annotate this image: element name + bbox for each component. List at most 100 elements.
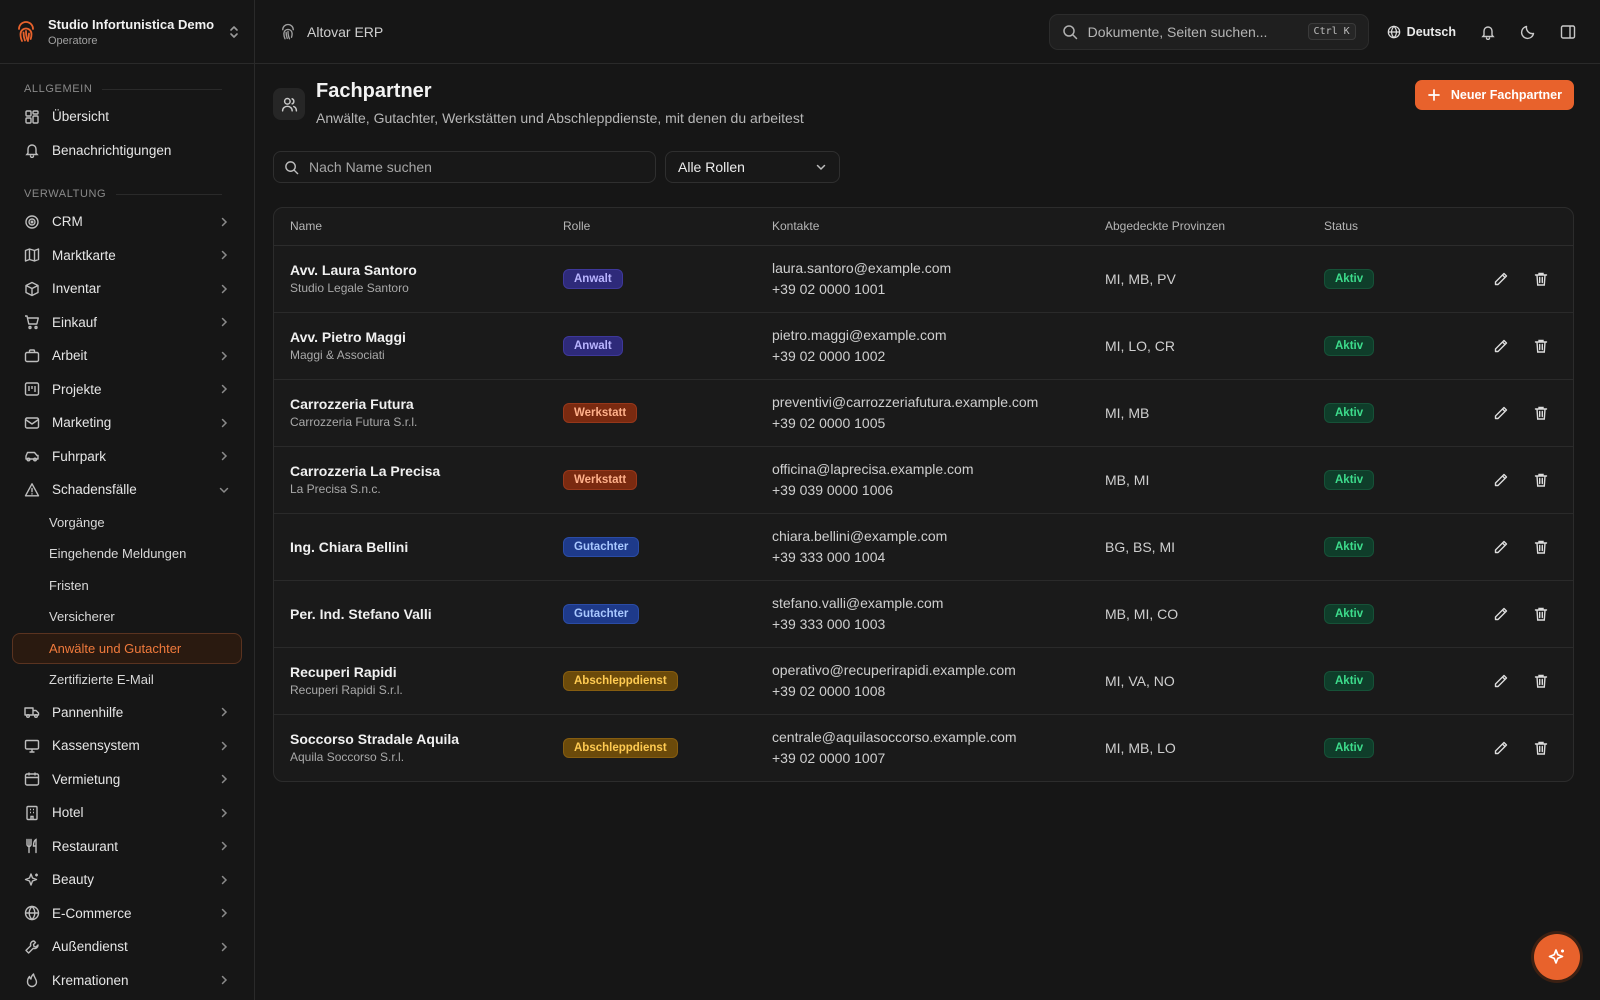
status-badge: Aktiv — [1324, 335, 1375, 356]
provinces-text: MB, MI, CO — [1105, 605, 1179, 622]
role-select[interactable]: Alle Rollen — [665, 151, 840, 183]
table-row[interactable]: Avv. Laura Santoro Studio Legale Santoro A… — [274, 245, 1573, 312]
sidebar-item-inventar[interactable]: Inventar — [0, 272, 254, 306]
sidebar-item-schadensfaelle[interactable]: Schadensfälle — [0, 473, 254, 507]
partner-name[interactable]: Soccorso Stradale Aquila — [290, 731, 547, 747]
column-header-provinces[interactable]: Abgedeckte Provinzen — [1089, 208, 1308, 246]
sidebar-item-beauty[interactable]: Beauty — [0, 863, 254, 897]
edit-pencil-icon[interactable] — [1493, 405, 1509, 421]
cell-actions — [1468, 245, 1573, 312]
partner-name[interactable]: Recuperi Rapidi — [290, 664, 547, 680]
edit-pencil-icon[interactable] — [1493, 271, 1509, 287]
role-badge: Abschleppdienst — [563, 670, 678, 691]
sidebar-item-aussendienst[interactable]: Außendienst — [0, 930, 254, 964]
search-icon — [1062, 24, 1078, 40]
shortcut-hint: Ctrl K — [1307, 23, 1356, 40]
sidebar-item-ecommerce[interactable]: E-Commerce — [0, 897, 254, 931]
column-header-role[interactable]: Rolle — [547, 208, 756, 246]
name-search-input[interactable]: Nach Name suchen — [273, 151, 656, 183]
partner-name[interactable]: Per. Ind. Stefano Valli — [290, 606, 547, 622]
table-row[interactable]: Recuperi Rapidi Recuperi Rapidi S.r.l. Abs… — [274, 647, 1573, 714]
partner-name[interactable]: Ing. Chiara Bellini — [290, 539, 547, 555]
sidebar-item-fuhrpark[interactable]: Fuhrpark — [0, 440, 254, 474]
sidebar-item-uebersicht[interactable]: Übersicht — [0, 100, 254, 134]
global-search[interactable]: Dokumente, Seiten suchen... Ctrl K — [1048, 13, 1369, 50]
sidebar-item-kremationen[interactable]: Kremationen — [0, 964, 254, 998]
partner-name[interactable]: Carrozzeria Futura — [290, 396, 547, 412]
sidebar-subitem-fristen[interactable]: Fristen — [12, 570, 242, 602]
sidebar-subitem-eingehende-meldungen[interactable]: Eingehende Meldungen — [12, 538, 242, 570]
notifications-bell-icon[interactable] — [1480, 24, 1496, 40]
sidebar-item-vermietung[interactable]: Vermietung — [0, 763, 254, 797]
sidebar-item-einkauf[interactable]: Einkauf — [0, 306, 254, 340]
sidebar-item-hotel[interactable]: Hotel — [0, 796, 254, 830]
delete-trash-icon[interactable] — [1533, 740, 1549, 756]
edit-pencil-icon[interactable] — [1493, 606, 1509, 622]
sidebar-toggle-icon[interactable] — [1560, 24, 1576, 40]
partner-name[interactable]: Avv. Laura Santoro — [290, 262, 547, 278]
sidebar-subitem-versicherer[interactable]: Versicherer — [12, 601, 242, 633]
sidebar-item-projekte[interactable]: Projekte — [0, 373, 254, 407]
sidebar-item-label: Marketing — [52, 415, 112, 431]
table-row[interactable]: Per. Ind. Stefano Valli Gutachter stefano.… — [274, 580, 1573, 647]
sidebar-item-restaurant[interactable]: Restaurant — [0, 830, 254, 864]
cell-provinces: MI, MB — [1089, 379, 1308, 446]
role-badge: Werkstatt — [563, 402, 638, 423]
map-icon — [24, 247, 40, 263]
table-row[interactable]: Ing. Chiara Bellini Gutachter chiara.belli… — [274, 513, 1573, 580]
sidebar: Studio Infortunistica Demo Operatore ALL… — [0, 0, 255, 1000]
column-header-status[interactable]: Status — [1308, 208, 1468, 246]
table-row[interactable]: Soccorso Stradale Aquila Aquila Soccorso … — [274, 714, 1573, 781]
delete-trash-icon[interactable] — [1533, 673, 1549, 689]
sidebar-item-label: Projekte — [52, 381, 102, 397]
sidebar-subitem-anwaelte-und-gutachter[interactable]: Anwälte und Gutachter — [12, 632, 242, 664]
language-switcher[interactable]: Deutsch — [1387, 25, 1456, 39]
chevron-down-icon — [815, 161, 827, 173]
cell-status: Aktiv — [1308, 312, 1468, 379]
table-row[interactable]: Carrozzeria La Precisa La Precisa S.n.c. W… — [274, 446, 1573, 513]
delete-trash-icon[interactable] — [1533, 606, 1549, 622]
app-brand[interactable]: Altovar ERP — [279, 23, 383, 41]
sidebar-item-label: Einkauf — [52, 314, 98, 330]
ai-assistant-button[interactable] — [1534, 934, 1580, 980]
column-header-contacts[interactable]: Kontakte — [756, 208, 1089, 246]
column-header-name[interactable]: Name — [274, 208, 547, 246]
contact-email: centrale@aquilasoccorso.example.com — [772, 728, 1017, 745]
monitor-icon — [24, 738, 40, 754]
edit-pencil-icon[interactable] — [1493, 472, 1509, 488]
edit-pencil-icon[interactable] — [1493, 673, 1509, 689]
sidebar-subitem-vorgaenge[interactable]: Vorgänge — [12, 507, 242, 539]
sidebar-item-kassensystem[interactable]: Kassensystem — [0, 729, 254, 763]
cell-actions — [1468, 647, 1573, 714]
delete-trash-icon[interactable] — [1533, 338, 1549, 354]
table-row[interactable]: Avv. Pietro Maggi Maggi & Associati Anwalt… — [274, 312, 1573, 379]
sidebar-subitem-zertifizierte-email[interactable]: Zertifizierte E-Mail — [12, 664, 242, 696]
provinces-text: MB, MI — [1105, 471, 1150, 488]
chevron-right-icon — [218, 283, 230, 295]
cell-name: Recuperi Rapidi Recuperi Rapidi S.r.l. — [274, 647, 547, 714]
cell-contacts: chiara.bellini@example.com +39 333 000 10… — [756, 513, 1089, 580]
edit-pencil-icon[interactable] — [1493, 740, 1509, 756]
sidebar-item-pannenhilfe[interactable]: Pannenhilfe — [0, 696, 254, 730]
delete-trash-icon[interactable] — [1533, 405, 1549, 421]
new-partner-button[interactable]: Neuer Fachpartner — [1414, 80, 1574, 110]
delete-trash-icon[interactable] — [1533, 271, 1549, 287]
partner-name[interactable]: Avv. Pietro Maggi — [290, 329, 547, 345]
contact-email: stefano.valli@example.com — [772, 594, 944, 611]
chevron-down-icon — [218, 484, 230, 496]
sidebar-item-marketing[interactable]: Marketing — [0, 406, 254, 440]
moon-icon[interactable] — [1520, 24, 1536, 40]
sidebar-item-marktkarte[interactable]: Marktkarte — [0, 239, 254, 273]
cell-provinces: BG, BS, MI — [1089, 513, 1308, 580]
delete-trash-icon[interactable] — [1533, 539, 1549, 555]
edit-pencil-icon[interactable] — [1493, 539, 1509, 555]
partner-name[interactable]: Carrozzeria La Precisa — [290, 463, 547, 479]
delete-trash-icon[interactable] — [1533, 472, 1549, 488]
sidebar-item-benachrichtigungen[interactable]: Benachrichtigungen — [0, 134, 254, 168]
contact-phone: +39 02 0000 1005 — [772, 414, 886, 431]
table-row[interactable]: Carrozzeria Futura Carrozzeria Futura S.r… — [274, 379, 1573, 446]
edit-pencil-icon[interactable] — [1493, 338, 1509, 354]
sidebar-item-crm[interactable]: CRM — [0, 205, 254, 239]
workspace-switcher[interactable]: Studio Infortunistica Demo Operatore — [0, 0, 254, 64]
sidebar-item-arbeit[interactable]: Arbeit — [0, 339, 254, 373]
